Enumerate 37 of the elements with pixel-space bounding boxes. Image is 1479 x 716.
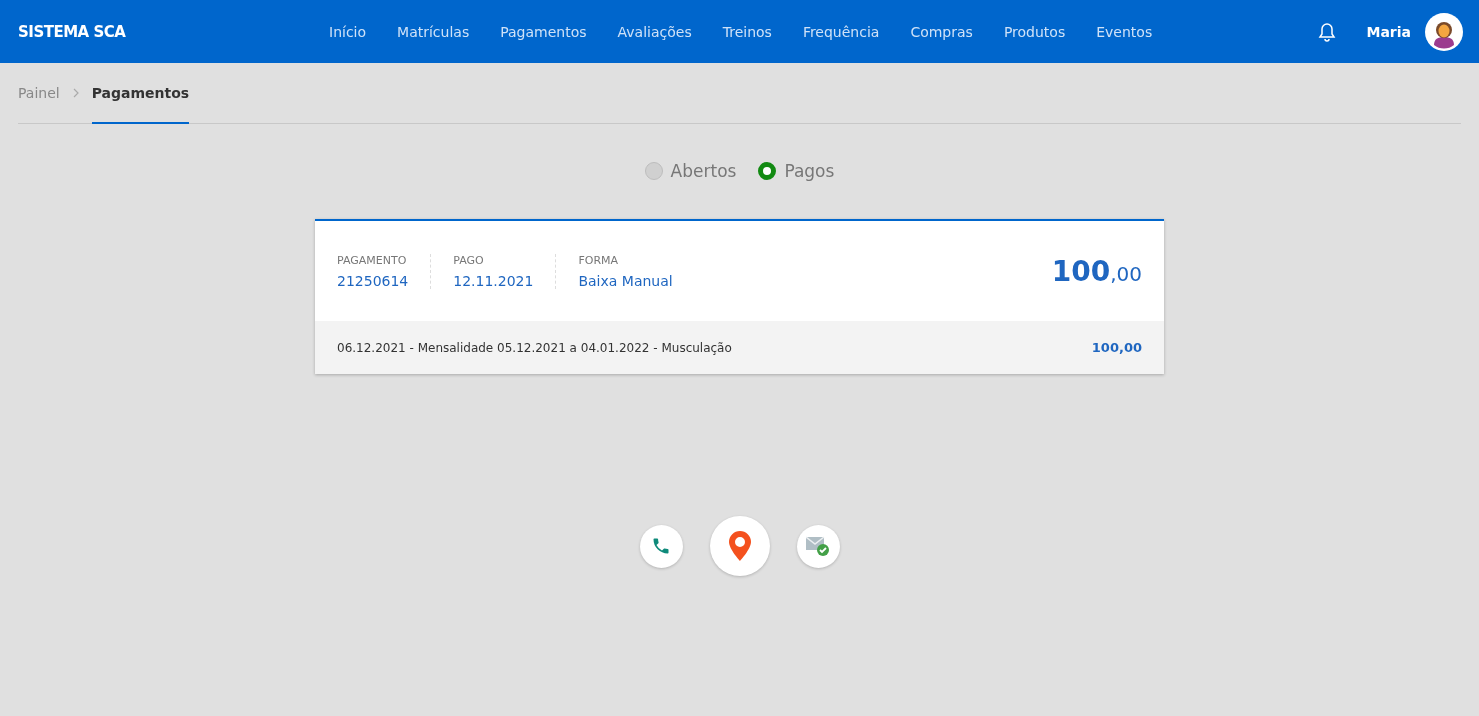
field-value: 21250614 (337, 272, 409, 289)
nav-link[interactable]: Avaliações (611, 19, 698, 44)
radio-button[interactable] (758, 162, 777, 180)
item-value: 100,00 (1091, 340, 1142, 355)
email-button[interactable] (796, 524, 840, 568)
user-name[interactable]: Maria (1366, 23, 1411, 40)
radio-button[interactable] (644, 162, 663, 180)
bell-icon[interactable] (1318, 21, 1337, 42)
envelope-check-icon (806, 536, 830, 556)
map-pin-icon (728, 531, 751, 561)
radio-option[interactable]: Pagos (758, 161, 835, 181)
field-value: 12.11.2021 (453, 272, 534, 289)
breadcrumb-link[interactable]: Painel (18, 63, 60, 124)
breadcrumb-link[interactable]: Pagamentos (91, 63, 190, 124)
field-label: PAGO (453, 253, 485, 267)
radio-label: Abertos (670, 161, 737, 181)
nav-link[interactable]: Compras (904, 19, 979, 44)
nav-link[interactable]: Início (323, 19, 373, 44)
location-button[interactable] (709, 516, 770, 576)
nav-link[interactable]: Eventos (1090, 19, 1159, 44)
avatar-icon[interactable] (1425, 12, 1463, 51)
radio-option[interactable]: Abertos (644, 161, 737, 181)
field-value: Baixa Manual (578, 272, 673, 289)
field-label: FORMA (578, 253, 620, 267)
phone-button[interactable] (639, 524, 683, 568)
item-description: 06.12.2021 - Mensalidade 05.12.2021 a 04.01.2022 - Musculação (337, 340, 732, 355)
nav-link[interactable]: Treinos (716, 19, 778, 44)
chevron-right-icon (71, 88, 80, 98)
nav-link[interactable]: Produtos (997, 19, 1072, 44)
nav-link[interactable]: Pagamentos (494, 19, 593, 44)
nav-link[interactable]: Frequência (796, 19, 886, 44)
nav-link[interactable]: Matrículas (391, 19, 476, 44)
amount: 100,00 (1051, 254, 1142, 288)
phone-icon (651, 536, 671, 556)
brand-logo: SISTEMA SCA (18, 22, 127, 41)
radio-label: Pagos (784, 161, 835, 181)
field-label: PAGAMENTO (337, 253, 408, 267)
